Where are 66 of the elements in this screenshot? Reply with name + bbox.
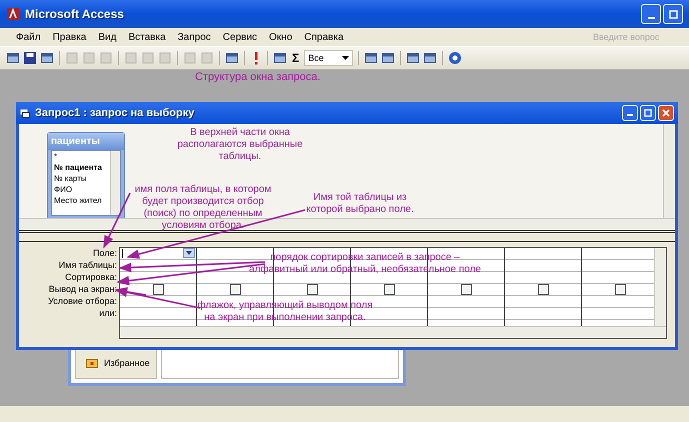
- show-checkbox[interactable]: [152, 284, 164, 295]
- row-label: или:: [98, 307, 117, 319]
- row-label: Сортировка:: [64, 271, 117, 283]
- pane-splitter[interactable]: [19, 230, 675, 242]
- minimize-button[interactable]: [622, 105, 638, 121]
- object-group-item[interactable]: Избранное: [104, 358, 150, 368]
- caption-text: Структура окна запроса.: [195, 71, 320, 83]
- help-search-field[interactable]: Введите вопрос: [591, 31, 685, 43]
- close-icon: [662, 109, 670, 117]
- field-name[interactable]: *: [54, 151, 110, 162]
- menu-item[interactable]: Сервис: [216, 32, 264, 42]
- caret-icon: [342, 56, 349, 60]
- toolbar-icon[interactable]: [273, 51, 287, 65]
- table-name: пациенты: [48, 133, 124, 150]
- field-name[interactable]: № карты: [54, 173, 110, 184]
- row-label: Имя таблицы:: [58, 259, 117, 271]
- minimize-button[interactable]: [641, 4, 661, 24]
- query-window-title: Запрос1 : запрос на выборку: [35, 107, 194, 119]
- show-checkbox[interactable]: [460, 284, 472, 295]
- annotation-text: имя поля таблицы, в котором будет производится отбор (поиск) по определенным условиям отбора.: [134, 184, 272, 232]
- toolbar-icon[interactable]: [40, 51, 54, 65]
- menu-item[interactable]: Окно: [263, 32, 298, 42]
- minimize-icon: [627, 114, 633, 116]
- menu-item[interactable]: Правка: [46, 32, 92, 42]
- show-checkbox[interactable]: [306, 284, 318, 295]
- row-label: Поле:: [92, 247, 117, 259]
- annotation-text: В верхней части окна располагаются выбранные таблицы.: [176, 127, 304, 163]
- show-checkbox[interactable]: [614, 284, 626, 295]
- annotation-text: Имя той таблицы из которой выбрано поле.: [305, 192, 415, 216]
- totals-button[interactable]: Σ: [290, 51, 302, 65]
- field-name[interactable]: ФИО: [54, 184, 110, 195]
- vertical-scrollbar[interactable]: [654, 248, 666, 326]
- maximize-button[interactable]: [663, 4, 683, 24]
- horizontal-scrollbar[interactable]: [19, 218, 675, 230]
- show-checkbox[interactable]: [384, 284, 394, 295]
- row-label: Вывод на экран:: [48, 283, 117, 295]
- minimize-icon: [648, 17, 654, 19]
- close-button[interactable]: [658, 105, 674, 121]
- toolbar-icon[interactable]: [406, 51, 420, 65]
- row-label: Условие отбора:: [47, 295, 117, 307]
- maximize-icon: [668, 10, 678, 18]
- dropdown-caret-icon[interactable]: [183, 248, 195, 258]
- menu-item[interactable]: Вставка: [122, 32, 172, 42]
- scrollbar[interactable]: [110, 151, 120, 215]
- maximize-button[interactable]: [640, 105, 656, 121]
- window-title: Microsoft Access: [25, 7, 124, 21]
- show-checkbox[interactable]: [538, 284, 548, 295]
- toolbar-icon[interactable]: [364, 51, 378, 65]
- show-checkbox[interactable]: [230, 284, 240, 295]
- toolbar-icon[interactable]: [6, 51, 20, 65]
- folder-icon: [86, 358, 98, 368]
- field-name[interactable]: Место жител: [54, 195, 110, 206]
- toolbar-icon[interactable]: [225, 51, 239, 65]
- help-icon[interactable]: [448, 51, 462, 65]
- menu-item[interactable]: Вид: [92, 32, 122, 42]
- vertical-scrollbar[interactable]: [663, 124, 675, 218]
- horizontal-scrollbar[interactable]: [120, 326, 666, 338]
- maximize-icon: [644, 109, 652, 117]
- menu-item[interactable]: Справка: [298, 32, 350, 42]
- query-icon: [20, 108, 30, 118]
- top-values-dropdown[interactable]: Все: [304, 50, 353, 66]
- field-name[interactable]: № пациента: [54, 162, 110, 173]
- toolbar-icon[interactable]: [380, 51, 395, 65]
- toolbar-icon[interactable]: [422, 51, 437, 65]
- menu-item[interactable]: Запрос: [172, 32, 217, 42]
- menu-item[interactable]: Файл: [10, 32, 47, 42]
